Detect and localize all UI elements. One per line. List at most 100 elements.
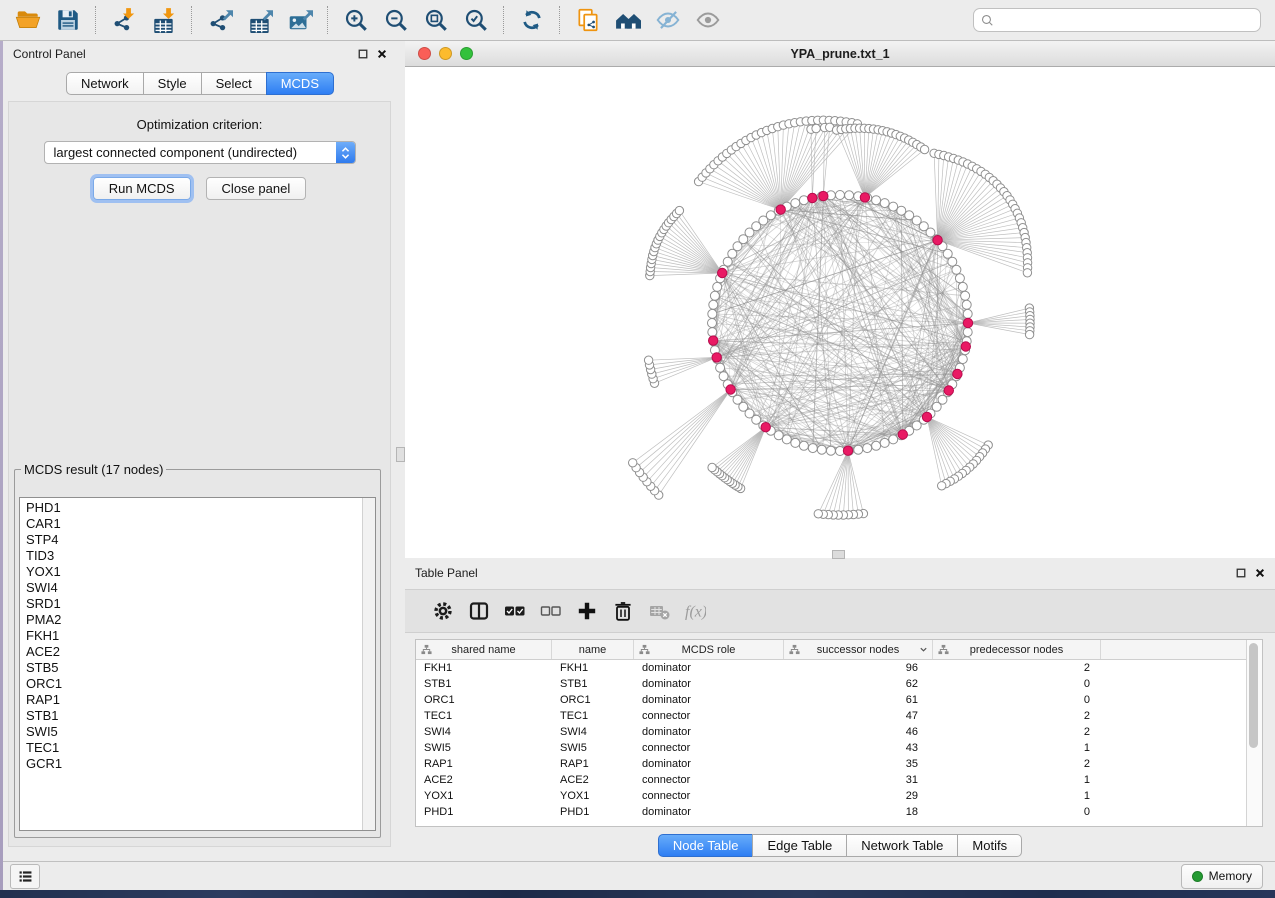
table-row[interactable]: STB1STB1dominator620: [416, 676, 1262, 692]
list-scrollbar-track[interactable]: [362, 498, 375, 830]
table-cell[interactable]: connector: [634, 790, 784, 802]
apply-function-button[interactable]: f(x): [677, 596, 713, 626]
mcds-hub-node[interactable]: [961, 342, 970, 351]
zoom-selected-button[interactable]: [459, 4, 493, 36]
table-cell[interactable]: PHD1: [416, 806, 552, 818]
mcds-result-item[interactable]: YOX1: [26, 564, 375, 580]
graph-node[interactable]: [963, 328, 972, 337]
table-cell[interactable]: connector: [634, 742, 784, 754]
mcds-result-item[interactable]: SWI4: [26, 580, 375, 596]
mcds-hub-node[interactable]: [776, 205, 785, 214]
graph-node[interactable]: [889, 435, 898, 444]
graph-node[interactable]: [845, 191, 854, 200]
mcds-result-item[interactable]: STP4: [26, 532, 375, 548]
mcds-result-item[interactable]: PMA2: [26, 612, 375, 628]
table-cell[interactable]: SWI4: [416, 726, 552, 738]
column-header-predecessor-nodes[interactable]: predecessor nodes: [933, 640, 1101, 659]
tab-motifs[interactable]: Motifs: [957, 834, 1022, 857]
table-cell[interactable]: FKH1: [552, 662, 634, 674]
close-panel-icon[interactable]: [1255, 568, 1265, 578]
graph-node[interactable]: [710, 291, 719, 300]
zoom-out-button[interactable]: [379, 4, 413, 36]
graph-node[interactable]: [713, 282, 722, 291]
close-panel-button[interactable]: Close panel: [206, 177, 307, 200]
mcds-result-item[interactable]: STB5: [26, 660, 375, 676]
graph-node[interactable]: [872, 196, 881, 205]
table-cell[interactable]: 2: [933, 710, 1101, 722]
mcds-result-item[interactable]: GCR1: [26, 756, 375, 772]
memory-button[interactable]: Memory: [1181, 864, 1263, 889]
tab-node-table[interactable]: Node Table: [658, 834, 754, 857]
table-cell[interactable]: 35: [784, 758, 933, 770]
mcds-hub-node[interactable]: [709, 336, 718, 345]
table-cell[interactable]: ORC1: [416, 694, 552, 706]
refresh-view-button[interactable]: [515, 4, 549, 36]
table-cell[interactable]: connector: [634, 774, 784, 786]
table-row[interactable]: ACE2ACE2connector311: [416, 772, 1262, 788]
mcds-result-item[interactable]: CAR1: [26, 516, 375, 532]
table-cell[interactable]: FKH1: [416, 662, 552, 674]
mcds-hub-node[interactable]: [963, 318, 972, 327]
table-row[interactable]: FKH1FKH1dominator962: [416, 660, 1262, 676]
sort-chevron-icon[interactable]: [919, 645, 928, 654]
mcds-result-item[interactable]: RAP1: [26, 692, 375, 708]
graph-node[interactable]: [880, 199, 889, 208]
table-row[interactable]: ORC1ORC1dominator610: [416, 692, 1262, 708]
table-cell[interactable]: YOX1: [416, 790, 552, 802]
graph-node[interactable]: [1025, 330, 1033, 338]
table-cell[interactable]: 62: [784, 678, 933, 690]
graph-node[interactable]: [709, 300, 718, 309]
column-view-button[interactable]: [461, 596, 497, 626]
graph-node[interactable]: [836, 191, 845, 200]
search-input[interactable]: [995, 10, 1260, 30]
splitter-handle-vertical[interactable]: [396, 447, 405, 462]
graph-node[interactable]: [948, 257, 957, 266]
import-table-button[interactable]: [147, 4, 181, 36]
table-cell[interactable]: 47: [784, 710, 933, 722]
graph-node[interactable]: [938, 482, 946, 490]
table-cell[interactable]: ACE2: [552, 774, 634, 786]
table-cell[interactable]: SWI5: [552, 742, 634, 754]
mcds-hub-node[interactable]: [953, 369, 962, 378]
graph-node[interactable]: [708, 309, 717, 318]
first-neighbors-button[interactable]: [611, 4, 645, 36]
graph-node[interactable]: [962, 300, 971, 309]
network-canvas[interactable]: [405, 67, 1275, 558]
graph-node[interactable]: [863, 444, 872, 453]
column-header-name[interactable]: name: [552, 640, 634, 659]
graph-node[interactable]: [872, 441, 881, 450]
table-cell[interactable]: dominator: [634, 806, 784, 818]
select-all-columns-button[interactable]: [497, 596, 533, 626]
table-cell[interactable]: 18: [784, 806, 933, 818]
graph-node[interactable]: [963, 309, 972, 318]
table-cell[interactable]: YOX1: [552, 790, 634, 802]
mcds-result-item[interactable]: FKH1: [26, 628, 375, 644]
search-box[interactable]: [973, 8, 1261, 32]
mcds-hub-node[interactable]: [944, 386, 953, 395]
table-cell[interactable]: 29: [784, 790, 933, 802]
graph-node[interactable]: [708, 463, 716, 471]
table-cell[interactable]: 0: [933, 694, 1101, 706]
graph-node[interactable]: [799, 196, 808, 205]
mcds-hub-node[interactable]: [933, 236, 942, 245]
float-panel-icon[interactable]: [1236, 568, 1246, 578]
graph-node[interactable]: [719, 372, 728, 381]
splitter-handle-horizontal[interactable]: [832, 550, 845, 559]
mcds-result-item[interactable]: PHD1: [26, 500, 375, 516]
graph-node[interactable]: [791, 199, 800, 208]
graph-node[interactable]: [826, 446, 835, 455]
export-image-button[interactable]: [283, 4, 317, 36]
table-cell[interactable]: 46: [784, 726, 933, 738]
tab-style[interactable]: Style: [143, 72, 202, 95]
table-row[interactable]: TEC1TEC1connector472: [416, 708, 1262, 724]
mcds-result-item[interactable]: TID3: [26, 548, 375, 564]
column-header-MCDS-role[interactable]: MCDS role: [634, 640, 784, 659]
graph-node[interactable]: [675, 206, 683, 214]
zoom-fit-button[interactable]: [419, 4, 453, 36]
column-header-successor-nodes[interactable]: successor nodes: [784, 640, 933, 659]
graph-node[interactable]: [629, 459, 637, 467]
mcds-hub-node[interactable]: [819, 191, 828, 200]
graph-node[interactable]: [782, 435, 791, 444]
mcds-result-item[interactable]: TEC1: [26, 740, 375, 756]
save-session-button[interactable]: [51, 4, 85, 36]
